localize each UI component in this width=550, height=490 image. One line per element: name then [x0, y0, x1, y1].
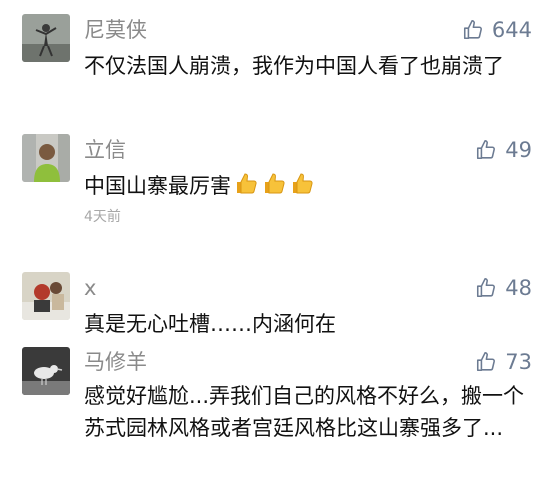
comment-text: 感觉好尴尬...弄我们自己的风格不好么，搬一个苏式园林风格或者宫廷风格比这山寨强… [84, 384, 525, 440]
thumbs-up-emoji [233, 170, 259, 196]
thumbs-up-emoji [289, 170, 315, 196]
comment-body: 中国山寨最厉害 [84, 170, 529, 205]
like-count: 49 [505, 138, 532, 162]
commenter-name[interactable]: 尼莫侠 [84, 17, 147, 43]
comment-item: 马修羊 73 感觉好尴尬...弄我们自己的风格不好么，搬一个苏式园林风格或者宫廷… [0, 340, 550, 490]
commenter-name[interactable]: 马修羊 [84, 349, 147, 375]
like-count: 48 [505, 276, 532, 300]
thumbs-up-outline-icon [477, 278, 496, 298]
comment-item: 尼莫侠 644 不仅法国人崩溃，我作为中国人看了也崩溃了 [0, 0, 550, 120]
avatar[interactable] [22, 134, 70, 182]
thumbs-up-outline-icon [477, 352, 496, 372]
thumbs-up-emoji [261, 170, 287, 196]
comment-time: 4天前 [84, 209, 121, 225]
thumbs-up-outline-icon [477, 140, 496, 160]
comment-item: 立信 49 中国山寨最厉害 4天前 [0, 120, 550, 260]
like-button[interactable]: 644 [462, 17, 532, 43]
like-button[interactable]: 48 [475, 275, 532, 301]
comment-text: 真是无心吐槽……内涵何在 [84, 312, 336, 336]
like-count: 644 [491, 18, 532, 42]
comment-text: 中国山寨最厉害 [84, 174, 231, 198]
commenter-name[interactable]: 立信 [84, 137, 126, 163]
comment-list: 尼莫侠 644 不仅法国人崩溃，我作为中国人看了也崩溃了 立信 49 中国山寨最… [0, 0, 550, 490]
emoji-group [233, 170, 317, 205]
avatar[interactable] [22, 272, 70, 320]
commenter-name[interactable]: x [84, 275, 96, 301]
thumbs-up-outline-icon [463, 20, 482, 40]
like-button[interactable]: 49 [475, 137, 532, 163]
like-count: 73 [505, 350, 532, 374]
avatar[interactable] [22, 347, 70, 395]
comment-item: x 48 真是无心吐槽……内涵何在 [0, 260, 550, 340]
comment-text: 不仅法国人崩溃，我作为中国人看了也崩溃了 [84, 54, 504, 78]
avatar[interactable] [22, 14, 70, 62]
like-button[interactable]: 73 [475, 349, 532, 375]
